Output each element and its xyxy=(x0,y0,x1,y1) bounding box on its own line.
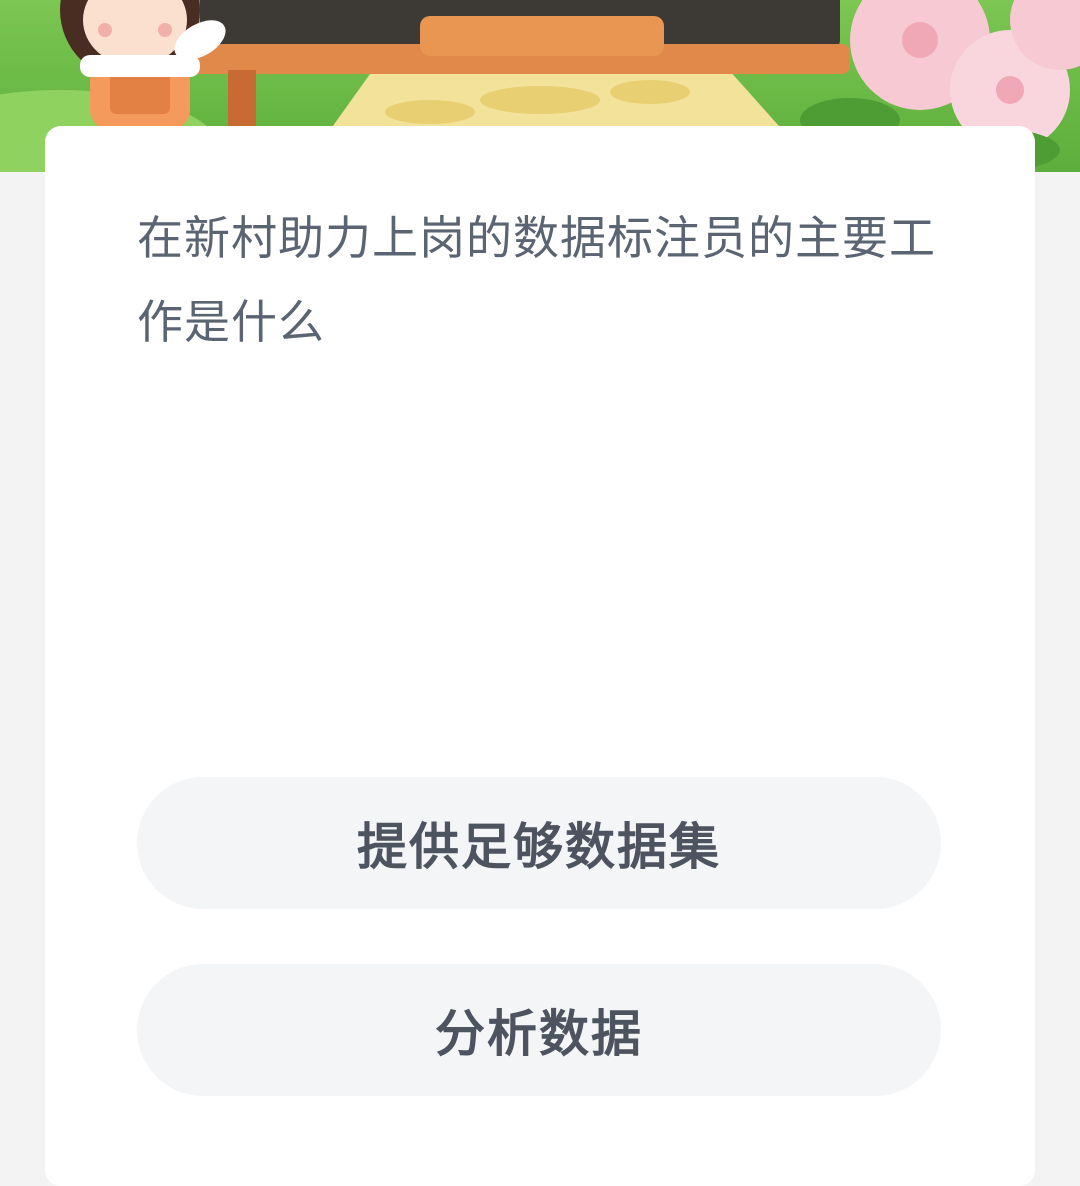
question-card: 在新村助力上岗的数据标注员的主要工作是什么 提供足够数据集 分析数据 xyxy=(45,126,1035,1186)
question-text: 在新村助力上岗的数据标注员的主要工作是什么 xyxy=(137,211,936,349)
answer-option-b[interactable]: 分析数据 xyxy=(137,964,941,1096)
answer-option-a[interactable]: 提供足够数据集 xyxy=(137,777,941,909)
